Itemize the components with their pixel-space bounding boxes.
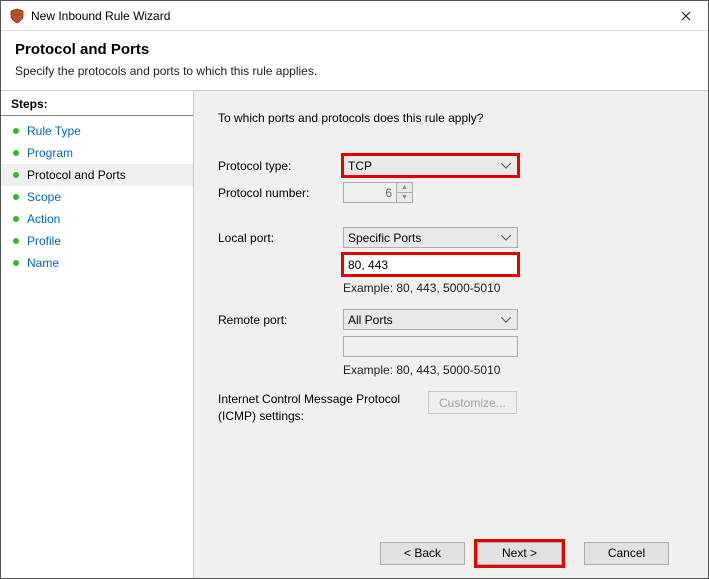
form: Protocol type: TCP Protocol number: 6 ▲ … [218,155,690,528]
remote-port-example: Example: 80, 443, 5000-5010 [343,363,690,377]
sidebar-step-item[interactable]: Program [1,142,193,164]
steps-header: Steps: [1,91,193,116]
step-label: Protocol and Ports [27,168,126,182]
sidebar-step-item[interactable]: Profile [1,230,193,252]
local-port-input[interactable] [343,254,518,275]
remote-port-value-row [218,336,690,357]
next-button[interactable]: Next > [477,542,562,565]
customize-button: Customize... [428,391,517,414]
local-port-mode-select[interactable]: Specific Ports [343,227,518,248]
sidebar-step-item[interactable]: Scope [1,186,193,208]
local-port-label: Local port: [218,231,343,245]
spinner-arrows: ▲ ▼ [396,183,412,202]
bullet-icon [13,128,19,134]
sidebar-step-item[interactable]: Rule Type [1,120,193,142]
local-port-example: Example: 80, 443, 5000-5010 [343,281,690,295]
close-icon [681,11,691,21]
step-label: Name [27,256,59,270]
bullet-icon [13,216,19,222]
local-port-value-row [218,254,690,275]
protocol-type-label: Protocol type: [218,159,343,173]
wizard-header: Protocol and Ports Specify the protocols… [1,31,708,90]
local-port-row: Local port: Specific Ports [218,227,690,248]
page-subtitle: Specify the protocols and ports to which… [15,64,694,78]
step-label: Action [27,212,60,226]
sidebar-step-item[interactable]: Protocol and Ports [1,164,193,186]
protocol-number-row: Protocol number: 6 ▲ ▼ [218,182,690,203]
close-button[interactable] [663,1,708,30]
protocol-type-select[interactable]: TCP [343,155,518,176]
step-label: Profile [27,234,61,248]
steps-list: Rule Type Program Protocol and Ports Scope A… [1,116,193,278]
wizard-body: Steps: Rule Type Program Protocol and Port… [1,90,708,578]
step-label: Rule Type [27,124,81,138]
step-label: Scope [27,190,61,204]
content-pane: To which ports and protocols does this r… [194,91,708,578]
protocol-type-row: Protocol type: TCP [218,155,690,176]
remote-port-mode-select[interactable]: All Ports [343,309,518,330]
question-text: To which ports and protocols does this r… [218,111,690,125]
spinner-up-icon[interactable]: ▲ [397,183,412,193]
remote-port-row: Remote port: All Ports [218,309,690,330]
step-label: Program [27,146,73,160]
bullet-icon [13,172,19,178]
protocol-number-spinner[interactable]: 6 ▲ ▼ [343,182,413,203]
cancel-button[interactable]: Cancel [584,542,669,565]
bullet-icon [13,238,19,244]
page-title: Protocol and Ports [15,41,694,58]
back-button[interactable]: < Back [380,542,465,565]
sidebar-step-item[interactable]: Name [1,252,193,274]
wizard-footer: < Back Next > Cancel [218,528,690,578]
spinner-down-icon[interactable]: ▼ [397,193,412,202]
titlebar: New Inbound Rule Wizard [1,1,708,31]
remote-port-label: Remote port: [218,313,343,327]
bullet-icon [13,150,19,156]
steps-sidebar: Steps: Rule Type Program Protocol and Port… [1,91,194,578]
bullet-icon [13,260,19,266]
remote-port-input [343,336,518,357]
protocol-number-label: Protocol number: [218,186,343,200]
sidebar-step-item[interactable]: Action [1,208,193,230]
icmp-label: Internet Control Message Protocol (ICMP)… [218,391,428,425]
firewall-icon [9,8,25,24]
icmp-row: Internet Control Message Protocol (ICMP)… [218,391,690,425]
bullet-icon [13,194,19,200]
wizard-window: New Inbound Rule Wizard Protocol and Por… [0,0,709,579]
window-title: New Inbound Rule Wizard [31,9,663,23]
